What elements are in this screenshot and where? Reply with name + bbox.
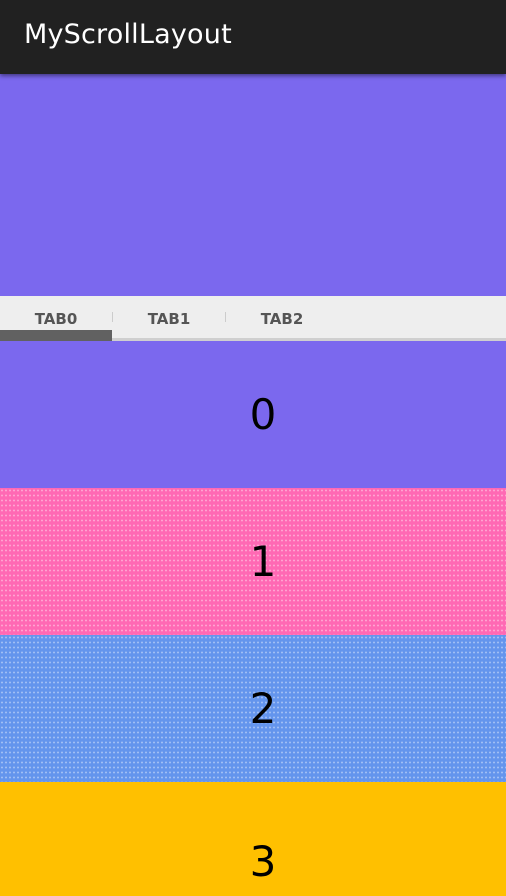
section-3: 3	[0, 782, 506, 896]
section-1: 1	[0, 488, 506, 635]
tab-1[interactable]: TAB1	[113, 296, 225, 341]
section-2: 2	[0, 635, 506, 782]
header-block	[0, 74, 506, 296]
section-label: 0	[249, 390, 277, 439]
tab-2[interactable]: TAB2	[226, 296, 338, 341]
section-label: 2	[249, 684, 277, 733]
section-label: 3	[249, 837, 277, 886]
tab-indicator	[0, 330, 112, 341]
section-label: 1	[249, 537, 277, 586]
app-title: MyScrollLayout	[24, 19, 232, 50]
action-bar: MyScrollLayout	[0, 0, 506, 74]
section-0: 0	[0, 341, 506, 488]
tab-strip: TAB0 TAB1 TAB2	[0, 296, 506, 341]
